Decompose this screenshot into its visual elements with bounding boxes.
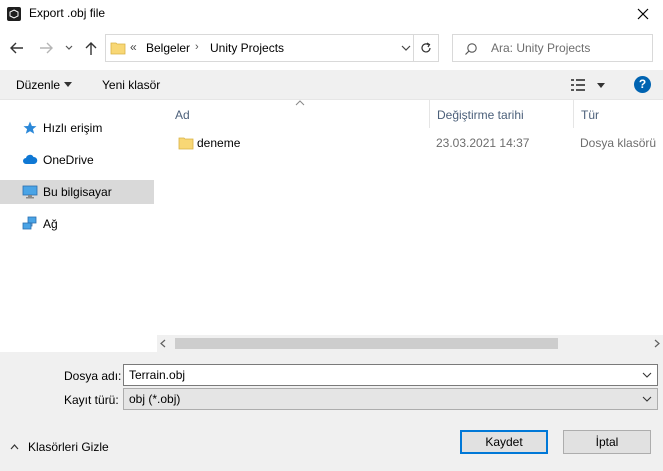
help-button[interactable]: ?	[634, 76, 651, 93]
folder-icon	[110, 42, 126, 55]
search-input[interactable]	[491, 41, 641, 55]
breadcrumb-overflow[interactable]: «	[130, 40, 137, 54]
cloud-icon	[23, 154, 38, 164]
scroll-left-icon[interactable]	[159, 339, 167, 348]
recent-locations-chevron-icon[interactable]	[63, 40, 75, 56]
close-icon	[637, 8, 649, 20]
filetype-select[interactable]: obj (*.obj)	[123, 388, 658, 410]
forward-arrow-icon[interactable]	[37, 39, 55, 57]
sidebar-item-label: OneDrive	[43, 153, 94, 167]
caret-down-icon[interactable]	[597, 83, 605, 88]
computer-icon	[22, 185, 38, 199]
sidebar-item-this-pc[interactable]: Bu bilgisayar	[0, 180, 154, 204]
caret-down-icon[interactable]	[64, 82, 72, 87]
save-form: Dosya adı: Terrain.obj Kayıt türü: obj (…	[0, 352, 663, 471]
network-icon	[22, 216, 37, 230]
file-modified: 23.03.2021 14:37	[436, 136, 530, 150]
column-header-modified[interactable]: Değiştirme tarihi	[419, 100, 574, 128]
filename-field[interactable]: Terrain.obj	[123, 364, 658, 386]
file-type: Dosya klasörü	[580, 136, 657, 150]
breadcrumb-separator[interactable]: ›	[195, 41, 199, 53]
navigation-pane: Hızlı erişim OneDrive Bu bilgisayar Ağ	[0, 100, 157, 350]
save-button[interactable]: Kaydet	[460, 430, 548, 454]
cancel-button[interactable]: İptal	[563, 430, 651, 454]
address-divider	[413, 35, 414, 61]
navigation-bar: « Belgeler › Unity Projects	[0, 28, 663, 68]
filename-value: Terrain.obj	[129, 368, 186, 382]
folder-icon	[178, 137, 194, 150]
column-label-name: Ad	[175, 108, 190, 122]
filetype-label: Kayıt türü:	[64, 393, 119, 407]
filename-label: Dosya adı:	[64, 369, 122, 383]
up-arrow-icon[interactable]	[82, 39, 100, 57]
breadcrumb-belgeler[interactable]: Belgeler	[146, 41, 190, 55]
column-label-type: Tür	[581, 108, 599, 122]
star-icon	[23, 121, 37, 134]
sidebar-item-label: Hızlı erişim	[43, 121, 103, 135]
sidebar-item-onedrive[interactable]: OneDrive	[0, 148, 154, 172]
refresh-icon[interactable]	[419, 41, 433, 55]
column-header-name[interactable]: Ad	[157, 100, 430, 128]
file-row[interactable]: deneme 23.03.2021 14:37 Dosya klasörü	[157, 132, 663, 154]
filetype-value: obj (*.obj)	[129, 392, 181, 406]
chevron-down-icon[interactable]	[401, 43, 411, 53]
sidebar-item-label: Ağ	[43, 217, 58, 231]
file-name: deneme	[197, 136, 241, 150]
column-header-type[interactable]: Tür	[563, 100, 663, 128]
command-toolbar: Düzenle Yeni klasör ?	[0, 70, 663, 100]
unity-app-icon	[7, 7, 21, 21]
sidebar-item-network[interactable]: Ağ	[0, 212, 154, 236]
file-list: Ad Değiştirme tarihi Tür deneme 23.03.20…	[157, 100, 663, 353]
sidebar-item-quick-access[interactable]: Hızlı erişim	[0, 116, 154, 140]
organize-button[interactable]: Düzenle	[16, 78, 60, 92]
breadcrumb-unity-projects[interactable]: Unity Projects	[210, 41, 284, 55]
column-label-modified: Değiştirme tarihi	[437, 108, 524, 122]
search-box[interactable]	[452, 34, 653, 62]
address-bar[interactable]: « Belgeler › Unity Projects	[105, 34, 439, 62]
scrollbar-thumb[interactable]	[175, 338, 558, 349]
horizontal-scrollbar[interactable]	[157, 335, 663, 352]
chevron-down-icon	[642, 396, 652, 402]
title-bar: Export .obj file	[0, 0, 663, 28]
search-icon	[465, 43, 477, 55]
chevron-up-icon	[10, 444, 19, 450]
new-folder-button[interactable]: Yeni klasör	[102, 78, 160, 92]
hide-folders-label: Klasörleri Gizle	[28, 440, 109, 454]
sidebar-item-label: Bu bilgisayar	[43, 185, 112, 199]
sort-ascending-icon	[295, 100, 305, 106]
window-title: Export .obj file	[29, 6, 106, 20]
chevron-down-icon[interactable]	[642, 372, 652, 378]
back-arrow-icon[interactable]	[8, 39, 26, 57]
view-options-icon[interactable]	[570, 78, 586, 92]
scroll-right-icon[interactable]	[653, 339, 661, 348]
close-button[interactable]	[623, 0, 663, 28]
